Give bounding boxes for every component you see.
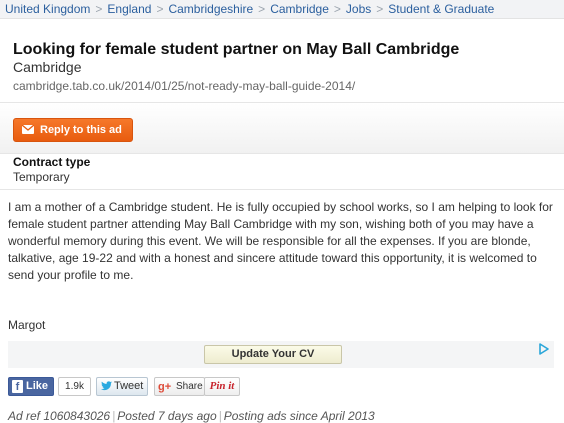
breadcrumb-separator: > xyxy=(333,2,341,16)
breadcrumb-cambridge[interactable]: Cambridge xyxy=(270,2,329,16)
breadcrumb-separator: > xyxy=(95,2,103,16)
ad-meta: Ad ref 1060843026 | Posted 7 days ago | Post… xyxy=(8,409,375,423)
breadcrumb: United Kingdom > England > Cambridgeshire > Ca… xyxy=(0,0,564,19)
breadcrumb-separator: > xyxy=(376,2,384,16)
pinterest-pin-button[interactable]: Pin it xyxy=(204,377,240,396)
breadcrumb-jobs[interactable]: Jobs xyxy=(346,2,371,16)
source-url-link[interactable]: cambridge.tab.co.uk/2014/01/25/not-ready… xyxy=(13,79,355,93)
meta-separator: | xyxy=(112,409,116,423)
google-plus-icon: g+ xyxy=(158,381,172,393)
share-label: Share xyxy=(176,381,203,392)
divider xyxy=(0,189,564,190)
divider xyxy=(0,153,564,154)
facebook-icon: f xyxy=(12,380,23,393)
reply-button[interactable]: Reply to this ad xyxy=(13,118,133,142)
ad-reference: Ad ref 1060843026 xyxy=(8,409,111,423)
listing-location: Cambridge xyxy=(13,59,82,75)
google-plus-share-button[interactable]: g+ Share xyxy=(154,377,205,396)
posted-date: Posted 7 days ago xyxy=(117,409,217,423)
tweet-label: Tweet xyxy=(114,380,144,392)
facebook-like-label: Like xyxy=(26,380,49,392)
reply-button-label: Reply to this ad xyxy=(40,124,122,136)
listing-description: I am a mother of a Cambridge student. He… xyxy=(8,200,553,282)
breadcrumb-england[interactable]: England xyxy=(107,2,151,16)
contract-type-value: Temporary xyxy=(13,170,70,184)
tweet-button[interactable]: Tweet xyxy=(96,377,148,396)
posting-since: Posting ads since April 2013 xyxy=(223,409,375,423)
listing-title: Looking for female student partner on Ma… xyxy=(13,41,460,58)
breadcrumb-united-kingdom[interactable]: United Kingdom xyxy=(5,2,90,16)
update-cv-button[interactable]: Update Your CV xyxy=(204,345,342,364)
contract-type-label: Contract type xyxy=(13,155,91,169)
breadcrumb-separator: > xyxy=(156,2,164,16)
adchoices-icon[interactable] xyxy=(538,343,550,355)
signature: Margot xyxy=(8,318,46,332)
breadcrumb-separator: > xyxy=(258,2,266,16)
facebook-like-button[interactable]: f Like xyxy=(8,377,54,396)
like-count: 1.9k xyxy=(58,377,91,396)
breadcrumb-cambridgeshire[interactable]: Cambridgeshire xyxy=(168,2,253,16)
meta-separator: | xyxy=(218,409,222,423)
envelope-icon xyxy=(22,125,34,134)
twitter-bird-icon xyxy=(101,381,112,391)
breadcrumb-student-graduate[interactable]: Student & Graduate xyxy=(388,2,494,16)
